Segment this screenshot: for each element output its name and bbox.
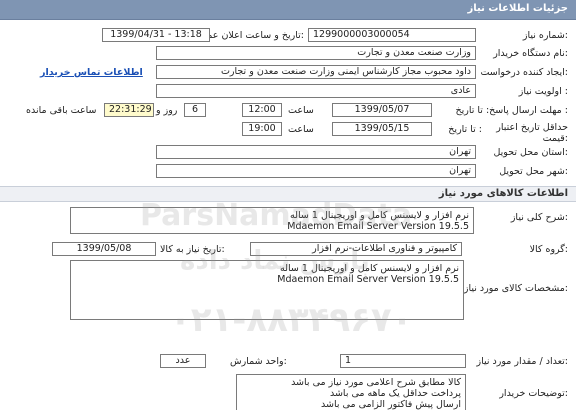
spec-line-1: نرم افزار و لایسنس کامل و اوریجینال 1 سا… (280, 263, 459, 274)
summary-label: شرح کلی نیاز: (510, 212, 568, 223)
notes-line-2: پرداخت حداقل یک ماهه می باشد (329, 388, 461, 399)
goods-group-label: گروه کالا: (529, 244, 568, 255)
creator-label: ایجاد کننده درخواست: (480, 67, 568, 78)
notes-line-1: کالا مطابق شرح اعلامی مورد نیاز می باشد (291, 377, 461, 388)
summary-field: نرم افزار و لایسنس کامل و اوریجینال 1 سا… (70, 207, 474, 234)
spec-label: مشخصات کالای مورد نیاز: (463, 283, 568, 294)
notes-line-3: ارسال پیش فاکتور الزامی می باشد (321, 399, 461, 410)
buyer-contact-link[interactable]: اطلاعات تماس خریدار (40, 67, 143, 78)
deadline-label: مهلت ارسال پاسخ: تا تاریخ : (455, 105, 568, 116)
title-bar: جزئیات اطلاعات نیاز (0, 0, 576, 20)
days-remaining-field: 6 (184, 103, 206, 117)
page-title: جزئیات اطلاعات نیاز (467, 3, 568, 14)
city-label: شهر محل تحویل: (499, 166, 568, 177)
city-field: تهران (156, 164, 476, 178)
price-validity-time-field: 19:00 (242, 122, 282, 136)
deadline-date-field: 1399/05/07 (332, 103, 432, 117)
remaining-label: ساعت باقی مانده (26, 105, 97, 116)
summary-line-1: نرم افزار و لایسنس کامل و اوریجینال 1 سا… (290, 210, 469, 221)
priority-field: عادی (156, 84, 476, 98)
unit-field: عدد (160, 354, 206, 368)
need-date-label: تاریخ نیاز به کالا: (160, 244, 225, 255)
province-label: استان محل تحویل: (493, 147, 568, 158)
creator-field: داود محبوب مجاز کارشناس ایمنی وزارت صنعت… (156, 65, 476, 79)
province-field: تهران (156, 145, 476, 159)
goods-group-field: کامپیوتر و فناوری اطلاعات-نرم افزار (250, 242, 462, 256)
quantity-field: 1 (340, 354, 466, 368)
price-validity-label: حداقل تاریخ اعتبار قیمت: (496, 122, 568, 144)
buyer-name-label: نام دستگاه خریدار: (493, 48, 568, 59)
goods-section-header: اطلاعات کالاهای مورد نیاز (0, 186, 576, 202)
summary-line-2: Mdaemon Email Server Version 19.5.5 (287, 221, 469, 232)
unit-label: واحد شمارش: (230, 356, 287, 367)
deadline-time-label: ساعت (288, 105, 314, 116)
buyer-name-field: وزارت صنعت معدن و تجارت (156, 46, 476, 60)
need-number-label: شماره نیاز: (522, 30, 568, 41)
goods-section-title: اطلاعات کالاهای مورد نیاز (438, 188, 568, 199)
remaining-time-field: 22:31:29 (104, 103, 154, 117)
announce-date-field: 1399/04/31 - 13:18 (102, 28, 210, 42)
need-date-field: 1399/05/08 (52, 242, 156, 256)
spec-line-2: Mdaemon Email Server Version 19.5.5 (277, 274, 459, 285)
price-validity-date-prefix: تا تاریخ : (448, 124, 482, 135)
price-validity-date-field: 1399/05/15 (332, 122, 432, 136)
spec-field: نرم افزار و لایسنس کامل و اوریجینال 1 سا… (70, 260, 464, 320)
priority-label: اولویت نیاز : (518, 86, 568, 97)
buyer-notes-field: کالا مطابق شرح اعلامی مورد نیاز می باشد … (236, 374, 466, 410)
need-number-field: 1299000003000054 (308, 28, 476, 42)
days-label: روز و (156, 105, 178, 116)
price-validity-time-label: ساعت (288, 124, 314, 135)
quantity-label: تعداد / مقدار مورد نیاز: (476, 356, 568, 367)
buyer-notes-label: توضیحات خریدار: (499, 388, 568, 399)
deadline-time-field: 12:00 (242, 103, 282, 117)
